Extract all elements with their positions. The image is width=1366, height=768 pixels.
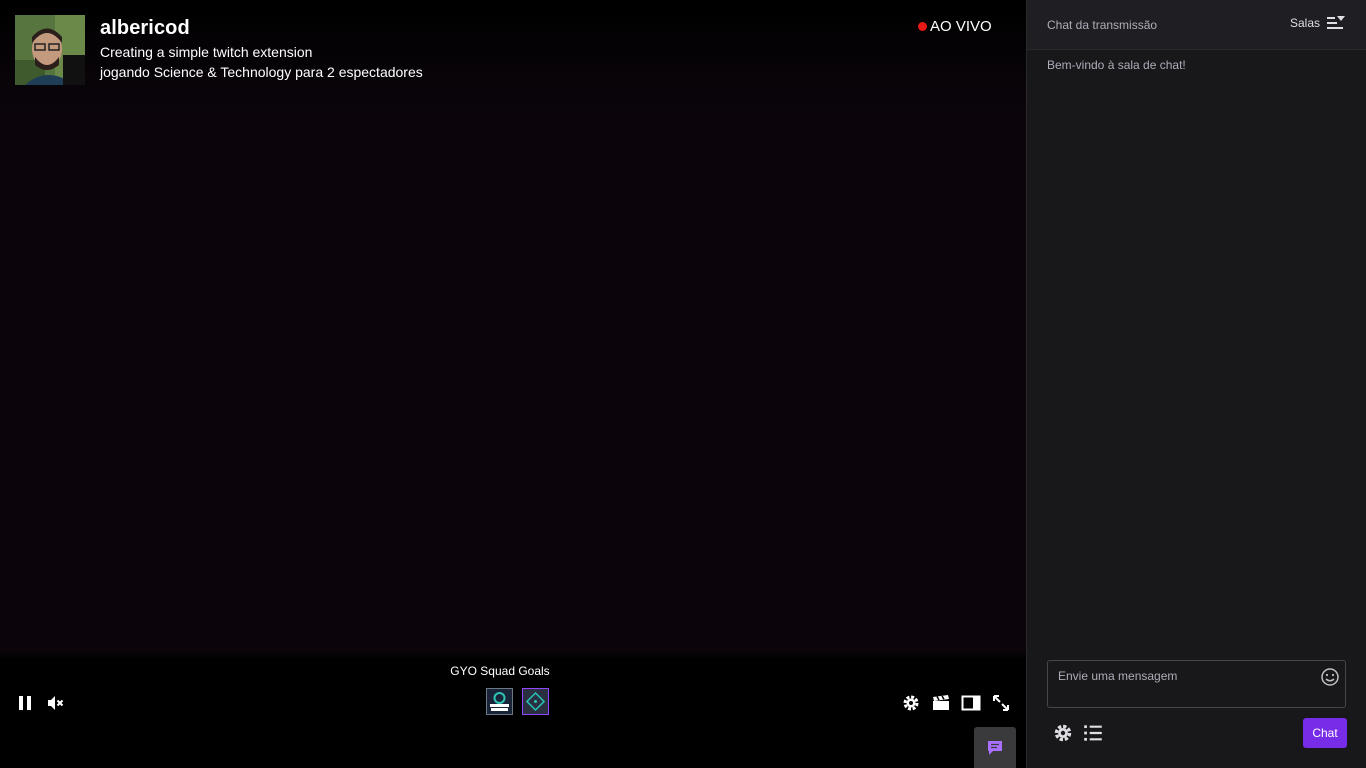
theatre-mode-icon: [961, 695, 981, 711]
stream-game-and-viewers: jogando Science & Technology para 2 espe…: [100, 64, 423, 80]
squad-goals-icon[interactable]: [486, 688, 513, 715]
stream-title: Creating a simple twitch extension: [100, 44, 313, 60]
settings-button[interactable]: [898, 690, 924, 716]
video-player[interactable]: albericod Creating a simple twitch exten…: [0, 0, 1026, 768]
pause-button[interactable]: [12, 690, 38, 716]
chat-send-button[interactable]: Chat: [1303, 718, 1347, 748]
chat-title: Chat da transmissão: [1047, 18, 1158, 32]
chat-settings-button[interactable]: [1052, 722, 1074, 744]
gear-icon: [1054, 724, 1072, 742]
chat-panel: Chat da transmissão Salas Bem-vindo à sa…: [1026, 0, 1366, 768]
gear-icon: [903, 695, 919, 711]
chat-bubble-icon: [988, 740, 1002, 755]
stream-info-header: albericod Creating a simple twitch exten…: [15, 15, 1015, 85]
emote-button[interactable]: [1320, 667, 1340, 687]
fullscreen-button[interactable]: [988, 690, 1014, 716]
twitch-popout-page: albericod Creating a simple twitch exten…: [0, 0, 1366, 768]
muted-volume-icon: [48, 696, 64, 710]
clip-icon: [933, 695, 949, 710]
pause-icon: [19, 696, 31, 710]
smiley-icon: [1321, 668, 1339, 686]
chat-header: Chat da transmissão Salas: [1027, 0, 1366, 50]
fullscreen-icon: [993, 695, 1009, 711]
live-dot-icon: [918, 22, 927, 31]
rooms-button[interactable]: Salas: [1290, 15, 1346, 31]
channel-name[interactable]: albericod: [100, 17, 190, 40]
rooms-list-icon: [1327, 16, 1345, 29]
chat-viewer-list-button[interactable]: [1082, 722, 1104, 744]
rooms-label: Salas: [1289, 16, 1320, 30]
extension-title: GYO Squad Goals: [450, 664, 550, 678]
live-indicator: AO VIVO: [918, 18, 992, 35]
chat-input-container: [1047, 660, 1346, 708]
list-icon: [1084, 725, 1102, 741]
mute-button[interactable]: [42, 690, 68, 716]
chat-message-input[interactable]: [1048, 661, 1318, 707]
avatar[interactable]: [15, 15, 85, 85]
chat-welcome-message: Bem-vindo à sala de chat!: [1047, 58, 1186, 72]
extension-icons: [486, 688, 549, 715]
diamond-extension-icon[interactable]: [522, 688, 549, 715]
show-chat-button[interactable]: [974, 727, 1016, 768]
theatre-mode-button[interactable]: [958, 690, 984, 716]
live-label: AO VIVO: [930, 18, 992, 35]
clip-button[interactable]: [928, 690, 954, 716]
